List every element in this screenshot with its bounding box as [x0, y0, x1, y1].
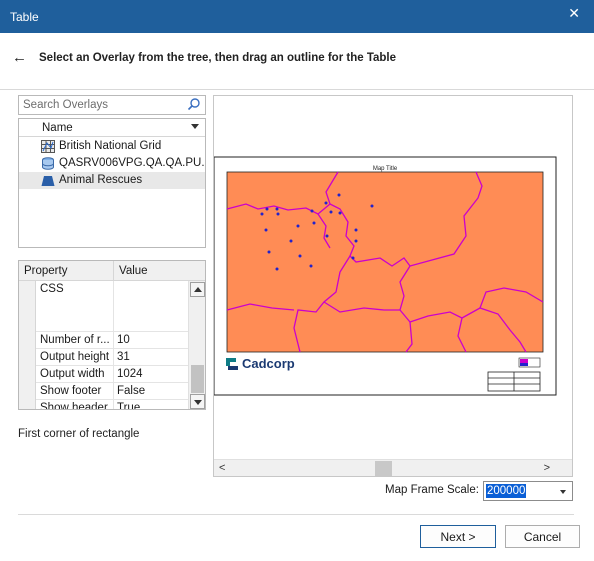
- property-key: Output width: [40, 368, 105, 380]
- point-marker: [338, 211, 342, 215]
- map-preview[interactable]: Map Title Cadcorp: [213, 96, 572, 458]
- tree-column-header-label: Name: [42, 122, 73, 134]
- search-overlays-input[interactable]: Search Overlays: [18, 95, 206, 115]
- map-preview-panel[interactable]: Map Title Cadcorp: [213, 95, 573, 477]
- map-frame-scale-combobox[interactable]: 200000: [483, 481, 573, 501]
- point-marker: [354, 228, 358, 232]
- cancel-button[interactable]: Cancel: [505, 525, 580, 548]
- property-row[interactable]: Output height 31: [36, 349, 188, 366]
- property-grid[interactable]: Property Value CSS Number of r... 10 Out…: [18, 260, 206, 410]
- scroll-right-icon[interactable]: >: [544, 462, 550, 474]
- scroll-left-icon[interactable]: <: [219, 462, 225, 474]
- tree-item-label: QASRV006VPG.QA.QA.PU...: [59, 157, 204, 169]
- property-value[interactable]: 10: [117, 334, 130, 346]
- chevron-down-icon: [194, 400, 202, 405]
- logo-text: Cadcorp: [242, 356, 295, 371]
- point-marker: [289, 239, 293, 243]
- horizontal-scrollbar[interactable]: < >: [214, 459, 572, 476]
- property-row[interactable]: Show footer False: [36, 383, 188, 400]
- point-marker: [329, 210, 333, 214]
- instruction-text: Select an Overlay from the tree, then dr…: [39, 52, 397, 64]
- map-title: Map Title: [373, 166, 398, 172]
- point-marker: [265, 207, 269, 211]
- point-marker: [310, 209, 314, 213]
- close-icon[interactable]: ✕: [568, 6, 580, 20]
- point-marker: [298, 254, 302, 258]
- property-key: Show footer: [40, 385, 102, 397]
- point-marker: [370, 204, 374, 208]
- property-key: Number of r...: [40, 334, 110, 346]
- scroll-down-button[interactable]: [190, 394, 205, 409]
- property-value[interactable]: False: [117, 385, 145, 397]
- map-frame-scale-value[interactable]: 200000: [486, 484, 527, 498]
- point-marker: [264, 228, 268, 232]
- tree-item-british-national-grid[interactable]: British National Grid: [19, 138, 205, 155]
- status-text: First corner of rectangle: [18, 428, 140, 440]
- wizard-header: ← Select an Overlay from the tree, then …: [0, 33, 594, 89]
- property-separator: [113, 332, 114, 348]
- property-key: CSS: [40, 283, 64, 295]
- property-separator: [113, 400, 114, 409]
- grid-icon: [41, 140, 55, 153]
- property-separator: [113, 383, 114, 399]
- chevron-up-icon: [194, 287, 202, 292]
- property-grid-gutter: [19, 281, 36, 409]
- search-icon[interactable]: [187, 97, 201, 111]
- value-column-header: Value: [114, 261, 205, 281]
- point-marker: [351, 256, 355, 260]
- property-column-header: Property: [19, 261, 114, 281]
- tree-item-animal-rescues[interactable]: Animal Rescues: [19, 172, 205, 189]
- property-value[interactable]: 31: [117, 351, 130, 363]
- point-marker: [275, 267, 279, 271]
- overlay-tree[interactable]: Name British National Grid QASRV006VPG.Q…: [18, 118, 206, 248]
- point-marker: [325, 234, 329, 238]
- scrollbar-thumb[interactable]: [191, 365, 204, 393]
- point-marker: [276, 212, 280, 216]
- tree-item-label: British National Grid: [59, 140, 162, 152]
- scroll-up-button[interactable]: [190, 282, 205, 297]
- property-value[interactable]: 1024: [117, 368, 143, 380]
- chevron-down-icon[interactable]: [191, 124, 199, 129]
- back-arrow-icon[interactable]: ←: [12, 49, 27, 66]
- tree-item-database[interactable]: QASRV006VPG.QA.QA.PU...: [19, 155, 205, 172]
- next-button[interactable]: Next >: [420, 525, 496, 548]
- property-key: Output height: [40, 351, 110, 363]
- property-row[interactable]: Output width 1024: [36, 366, 188, 383]
- property-row[interactable]: Show header True: [36, 400, 188, 410]
- point-marker: [312, 221, 316, 225]
- property-separator: [113, 349, 114, 365]
- point-marker: [296, 224, 300, 228]
- map-frame-scale-label: Map Frame Scale:: [385, 484, 479, 496]
- point-marker: [337, 193, 341, 197]
- point-marker: [324, 201, 328, 205]
- chevron-down-icon[interactable]: [560, 490, 566, 494]
- tree-column-header[interactable]: Name: [19, 119, 205, 137]
- polygon-layer-icon: [41, 176, 55, 186]
- database-icon: [42, 157, 54, 170]
- legend-swatch: [518, 357, 541, 368]
- vertical-scrollbar[interactable]: [188, 281, 205, 409]
- title-bar: Table ✕: [0, 0, 594, 33]
- property-value[interactable]: True: [117, 402, 140, 409]
- header-divider: [0, 89, 594, 90]
- scrollbar-thumb[interactable]: [375, 461, 392, 476]
- property-separator: [113, 281, 114, 331]
- point-marker: [354, 239, 358, 243]
- point-marker: [260, 212, 264, 216]
- property-separator: [113, 366, 114, 382]
- point-marker: [275, 207, 279, 211]
- point-marker: [309, 264, 313, 268]
- search-placeholder: Search Overlays: [23, 99, 109, 111]
- property-key: Show header: [40, 402, 108, 410]
- property-row[interactable]: CSS: [36, 281, 188, 332]
- footer-divider: [18, 514, 574, 515]
- window-title: Table: [10, 10, 39, 24]
- property-row[interactable]: Number of r... 10: [36, 332, 188, 349]
- tree-item-label: Animal Rescues: [59, 174, 143, 186]
- point-marker: [267, 250, 271, 254]
